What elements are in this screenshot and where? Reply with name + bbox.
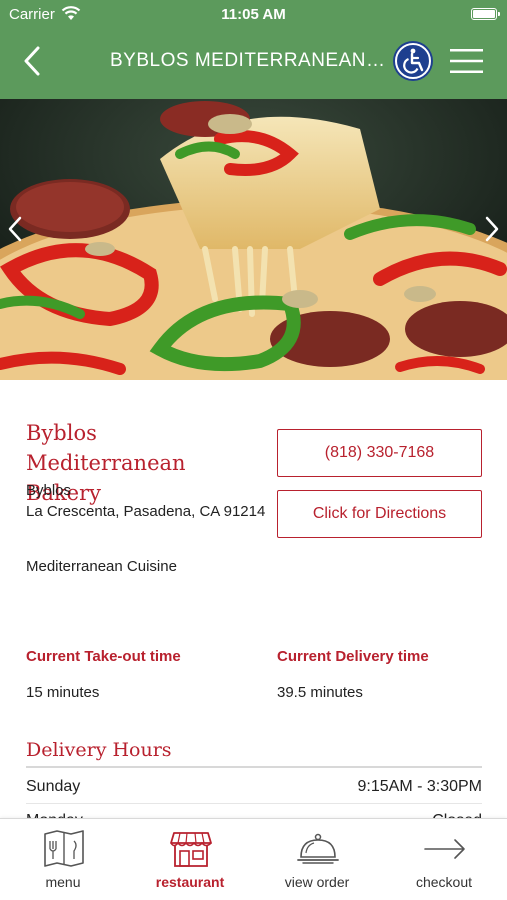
- tab-label: view order: [284, 874, 350, 890]
- tab-checkout[interactable]: checkout: [381, 819, 507, 900]
- delivery-time-label: Current Delivery time: [277, 648, 429, 665]
- hero-image[interactable]: [0, 99, 507, 380]
- carousel-next-icon[interactable]: [479, 214, 503, 244]
- nav-bar: BYBLOS MEDITERRANEAN BAKERY: [0, 32, 507, 94]
- hours-time: 9:15AM - 3:30PM: [357, 778, 483, 795]
- takeout-time-label: Current Take-out time: [26, 648, 181, 665]
- restaurant-address: Byblos La Crescenta, Pasadena, CA 91214: [26, 480, 266, 522]
- cloche-icon: [297, 833, 339, 864]
- carousel-prev-icon[interactable]: [4, 214, 28, 244]
- storefront-icon: [170, 832, 212, 867]
- back-chevron-icon[interactable]: [18, 44, 48, 78]
- address-line-2: La Crescenta, Pasadena, CA 91214: [26, 503, 266, 520]
- tab-label: restaurant: [155, 874, 225, 890]
- row-divider: [26, 803, 482, 804]
- delivery-time-value: 39.5 minutes: [277, 684, 363, 701]
- tab-bar: menu restaurant view order checkout: [0, 818, 507, 900]
- takeout-time-value: 15 minutes: [26, 684, 100, 701]
- hours-row: Sunday 9:15AM - 3:30PM: [26, 778, 482, 796]
- address-line-1: Byblos: [26, 482, 72, 499]
- page-title: BYBLOS MEDITERRANEAN BAKERY: [110, 50, 390, 71]
- tab-menu[interactable]: menu: [0, 819, 126, 900]
- pizza-photo: [0, 99, 507, 380]
- tab-view-order[interactable]: view order: [254, 819, 380, 900]
- tab-restaurant[interactable]: restaurant: [127, 819, 253, 900]
- header-bar: Carrier 11:05 AM BYBLOS MEDITERRANEAN BA…: [0, 0, 507, 99]
- status-bar: Carrier 11:05 AM: [0, 0, 507, 30]
- battery-icon: [471, 8, 500, 20]
- divider: [26, 766, 482, 768]
- hours-day: Sunday: [26, 778, 81, 795]
- tab-label: checkout: [415, 874, 473, 890]
- cuisine-label: Mediterranean Cuisine: [26, 558, 177, 575]
- delivery-hours-title: Delivery Hours: [26, 739, 172, 761]
- arrow-right-icon: [424, 839, 465, 859]
- hamburger-menu-icon[interactable]: [450, 48, 483, 74]
- phone-button[interactable]: (818) 330-7168: [277, 429, 482, 477]
- clock: 11:05 AM: [221, 6, 286, 23]
- menu-book-icon: [44, 830, 84, 867]
- directions-button[interactable]: Click for Directions: [277, 490, 482, 538]
- tab-label: menu: [45, 874, 81, 890]
- wheelchair-icon[interactable]: [392, 40, 434, 82]
